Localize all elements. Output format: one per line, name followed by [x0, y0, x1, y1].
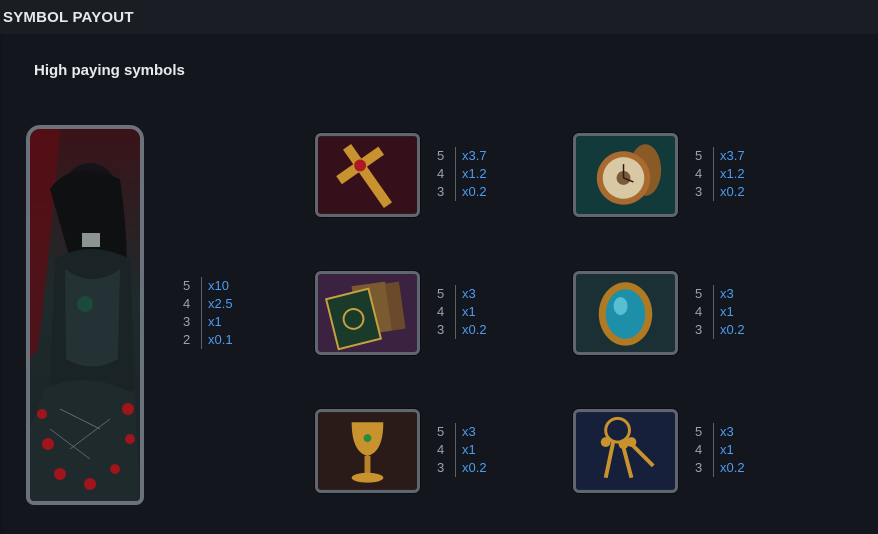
payout-multiplier: x1 [720, 304, 734, 319]
payout-row: 3 x0.2 [437, 321, 487, 339]
payout-count: 4 [437, 441, 456, 459]
payout-count: 5 [695, 423, 714, 441]
payout-row: 4 x1 [695, 441, 745, 459]
goblet-symbol [315, 409, 420, 493]
payout-count: 3 [695, 459, 714, 477]
payout-count: 4 [183, 295, 202, 313]
payout-multiplier: x1 [720, 442, 734, 457]
payout-count: 4 [437, 303, 456, 321]
payout-row: 3 x0.2 [695, 183, 745, 201]
tarot-cards-payouts: 5 x3 4 x1 3 x0.2 [437, 285, 487, 339]
payout-row: 5 x3 [695, 423, 745, 441]
payout-multiplier: x1 [462, 304, 476, 319]
payout-multiplier: x3 [462, 424, 476, 439]
payout-multiplier: x3 [720, 424, 734, 439]
payout-multiplier: x0.2 [462, 322, 487, 337]
gem-brooch-payouts: 5 x3 4 x1 3 x0.2 [695, 285, 745, 339]
payout-count: 4 [695, 303, 714, 321]
pocket-watch-symbol [573, 133, 678, 217]
payout-row: 3 x0.2 [437, 459, 487, 477]
payout-row: 4 x1 [437, 441, 487, 459]
payout-row: 4 x1 [695, 303, 745, 321]
payout-row: 4 x1.2 [695, 165, 745, 183]
payout-count: 4 [437, 165, 456, 183]
payout-multiplier: x10 [208, 278, 229, 293]
payout-count: 5 [437, 147, 456, 165]
payout-row: 4 x1 [437, 303, 487, 321]
payout-multiplier: x1 [208, 314, 222, 329]
payout-count: 5 [437, 423, 456, 441]
keys-payouts: 5 x3 4 x1 3 x0.2 [695, 423, 745, 477]
payout-row: 3 x0.2 [695, 459, 745, 477]
payout-row: 5 x3 [695, 285, 745, 303]
payout-count: 3 [437, 459, 456, 477]
payout-multiplier: x0.1 [208, 332, 233, 347]
payout-multiplier: x2.5 [208, 296, 233, 311]
payout-count: 3 [437, 183, 456, 201]
payout-multiplier: x0.2 [720, 322, 745, 337]
payout-count: 5 [183, 277, 202, 295]
keys-symbol [573, 409, 678, 493]
payout-row: 4 x1.2 [437, 165, 487, 183]
payout-count: 3 [695, 321, 714, 339]
payout-count: 5 [437, 285, 456, 303]
payout-row: 5 x10 [183, 277, 233, 295]
payout-count: 5 [695, 147, 714, 165]
payout-multiplier: x0.2 [462, 460, 487, 475]
payout-count: 4 [695, 165, 714, 183]
payout-multiplier: x3 [720, 286, 734, 301]
header-bar: SYMBOL PAYOUT [0, 0, 878, 34]
tarot-cards-symbol [315, 271, 420, 355]
payout-multiplier: x1.2 [462, 166, 487, 181]
payout-row: 5 x3.7 [437, 147, 487, 165]
page-title: SYMBOL PAYOUT [3, 9, 134, 26]
payout-multiplier: x0.2 [720, 184, 745, 199]
payout-count: 4 [695, 441, 714, 459]
payout-count: 2 [183, 331, 202, 349]
payout-multiplier: x0.2 [720, 460, 745, 475]
payout-row: 3 x1 [183, 313, 233, 331]
payout-row: 5 x3 [437, 423, 487, 441]
vampire-woman-payouts: 5 x10 4 x2.5 3 x1 2 x0.1 [183, 277, 233, 349]
payout-multiplier: x0.2 [462, 184, 487, 199]
payout-count: 3 [183, 313, 202, 331]
payout-count: 3 [695, 183, 714, 201]
payout-row: 4 x2.5 [183, 295, 233, 313]
payout-multiplier: x3 [462, 286, 476, 301]
pocket-watch-payouts: 5 x3.7 4 x1.2 3 x0.2 [695, 147, 745, 201]
vampire-woman-symbol [26, 125, 144, 505]
payout-row: 5 x3 [437, 285, 487, 303]
payout-row: 5 x3.7 [695, 147, 745, 165]
payout-count: 5 [695, 285, 714, 303]
payout-multiplier: x1 [462, 442, 476, 457]
payout-multiplier: x3.7 [462, 148, 487, 163]
goblet-payouts: 5 x3 4 x1 3 x0.2 [437, 423, 487, 477]
cross-payouts: 5 x3.7 4 x1.2 3 x0.2 [437, 147, 487, 201]
payout-row: 2 x0.1 [183, 331, 233, 349]
gem-brooch-symbol [573, 271, 678, 355]
payout-multiplier: x1.2 [720, 166, 745, 181]
payout-count: 3 [437, 321, 456, 339]
cross-symbol [315, 133, 420, 217]
payout-row: 3 x0.2 [695, 321, 745, 339]
payout-row: 3 x0.2 [437, 183, 487, 201]
section-title: High paying symbols [34, 62, 185, 79]
payout-multiplier: x3.7 [720, 148, 745, 163]
